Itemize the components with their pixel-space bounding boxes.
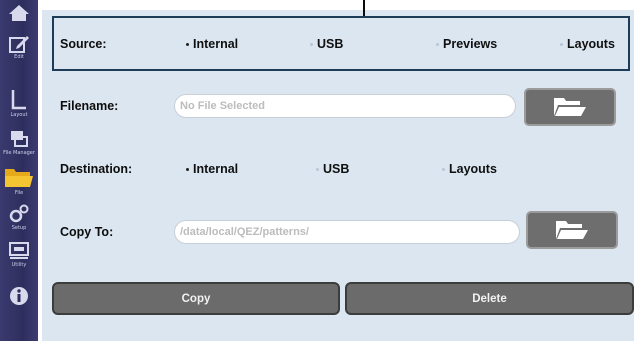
destination-option-layouts-label: Layouts <box>449 162 497 176</box>
file-manager-icon <box>11 131 28 147</box>
radio-dot-icon <box>436 42 439 46</box>
nav-item-edit[interactable]: Edit <box>4 34 34 68</box>
nav-item-setup[interactable]: Setup <box>4 203 34 237</box>
nav-item-layout[interactable]: Layout <box>4 88 34 122</box>
folder-icon <box>5 169 33 187</box>
nav-item-home[interactable] <box>4 4 34 38</box>
source-option-usb-label: USB <box>317 37 344 51</box>
radio-dot-icon <box>316 167 319 171</box>
destination-option-internal[interactable]: Internal <box>186 162 238 176</box>
top-marker <box>363 0 365 16</box>
edit-icon <box>9 36 29 53</box>
destination-option-internal-label: Internal <box>193 162 239 176</box>
copy-to-field[interactable]: /data/local/QEZ/patterns/ <box>174 220 520 244</box>
radio-dot-icon <box>186 167 189 171</box>
info-icon <box>10 287 28 305</box>
destination-option-usb[interactable]: USB <box>316 162 349 176</box>
home-icon <box>9 5 29 21</box>
nav-label-setup: Setup <box>11 225 27 231</box>
nav-item-file-manager[interactable]: File Manager <box>3 128 35 162</box>
nav-item-info[interactable] <box>4 285 34 319</box>
nav-label-file: File <box>14 190 24 196</box>
destination-option-layouts[interactable]: Layouts <box>442 162 497 176</box>
radio-dot-icon <box>186 42 189 46</box>
destination-option-usb-label: USB <box>323 162 350 176</box>
utility-icon <box>9 242 29 259</box>
source-option-internal[interactable]: Internal <box>186 37 238 51</box>
source-option-layouts[interactable]: Layouts <box>560 37 615 51</box>
browse-filename-button[interactable] <box>524 88 616 126</box>
source-option-layouts-label: Layouts <box>567 37 615 51</box>
nav-item-file[interactable]: File <box>2 165 36 199</box>
delete-button[interactable]: Delete <box>345 282 634 315</box>
nav-label-file-manager: File Manager <box>3 150 35 156</box>
folder-open-icon <box>554 98 586 116</box>
settings-icon <box>9 204 29 223</box>
destination-label: Destination: <box>60 162 133 176</box>
nav-item-utility[interactable]: Utility <box>4 240 34 274</box>
sidebar-nav: Edit Layout File Manager File Setup Util… <box>0 0 38 341</box>
source-option-internal-label: Internal <box>193 37 239 51</box>
source-option-previews-label: Previews <box>443 37 498 51</box>
folder-open-icon <box>556 221 588 239</box>
nav-label-layout: Layout <box>10 112 28 118</box>
layout-icon <box>11 90 26 110</box>
source-label: Source: <box>60 37 107 51</box>
radio-dot-icon <box>310 42 313 46</box>
radio-dot-icon <box>442 167 445 171</box>
filename-field[interactable]: No File Selected <box>174 94 516 118</box>
nav-label-utility: Utility <box>11 262 27 268</box>
source-option-usb[interactable]: USB <box>310 37 343 51</box>
radio-dot-icon <box>560 42 563 46</box>
filename-label: Filename: <box>60 99 119 113</box>
browse-destination-button[interactable] <box>526 211 618 249</box>
nav-label-edit: Edit <box>14 54 24 60</box>
copy-to-path: /data/local/QEZ/patterns/ <box>180 226 309 238</box>
copy-to-label: Copy To: <box>60 225 114 239</box>
filename-placeholder: No File Selected <box>180 100 265 112</box>
source-option-previews[interactable]: Previews <box>436 37 497 51</box>
copy-button[interactable]: Copy <box>52 282 340 315</box>
